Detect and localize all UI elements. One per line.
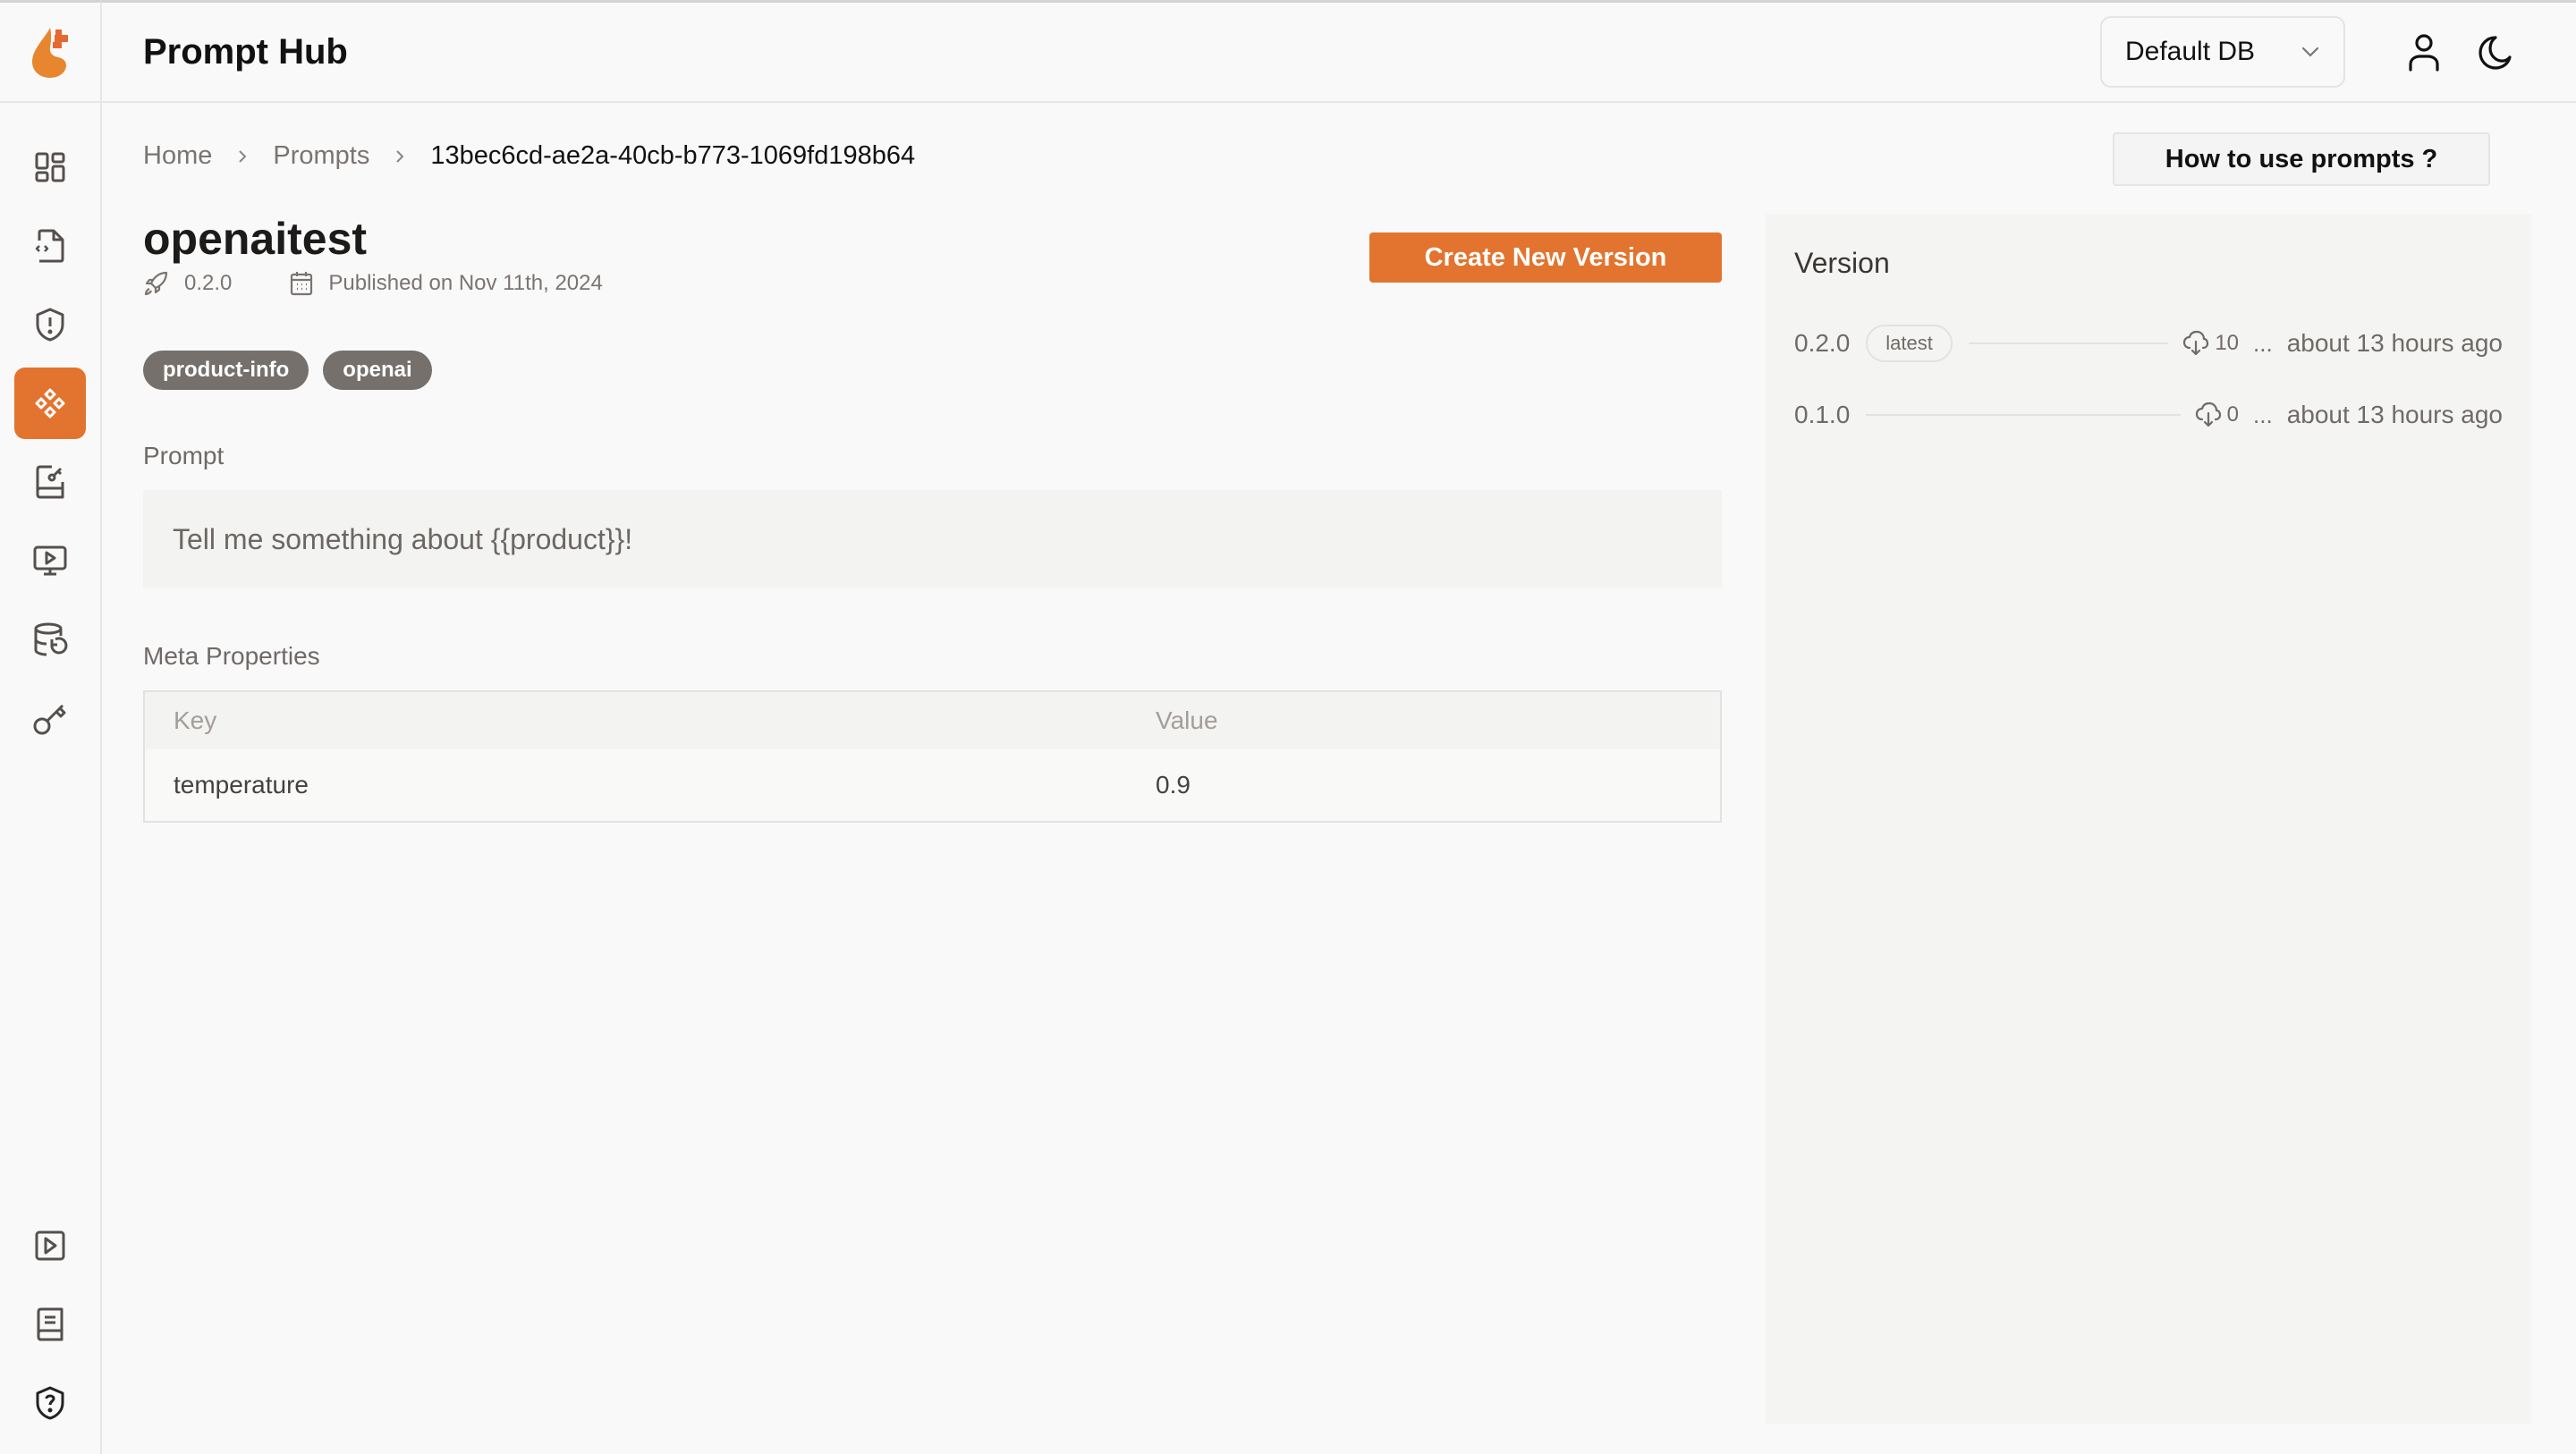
sidebar-item-help[interactable]: [14, 1367, 86, 1439]
prompt-text: Tell me something about {{product}}!: [173, 522, 633, 555]
version-panel-title: Version: [1794, 247, 1890, 279]
sidebar: [0, 103, 102, 1454]
table-row: temperature 0.9: [145, 749, 1720, 821]
breadcrumb-home[interactable]: Home: [143, 141, 212, 171]
ellipsis: ...: [2253, 329, 2273, 357]
layout-grid-icon: [35, 152, 65, 182]
logo-icon: [32, 28, 68, 78]
database-select-value: Default DB: [2125, 37, 2256, 66]
column-header-value: Value: [1156, 706, 1218, 734]
chevron-down-icon: [2301, 46, 2320, 58]
sidebar-item-prompts[interactable]: [14, 368, 86, 439]
file-code-icon: [35, 229, 64, 263]
database-select[interactable]: Default DB: [2100, 16, 2345, 88]
column-header-key: Key: [174, 706, 217, 734]
logo[interactable]: [0, 2, 102, 102]
download-count: 10: [2182, 330, 2239, 357]
prompt-version: 0.2.0: [184, 271, 233, 295]
shield-question-icon: [36, 1386, 64, 1420]
version-panel: Version 0.2.0 latest 10 ... about 13 hou…: [1766, 215, 2531, 1424]
diamonds-icon: [35, 388, 65, 418]
sidebar-item-playground[interactable]: [14, 525, 86, 596]
moon-icon[interactable]: [2478, 34, 2513, 70]
database-restore-icon: [34, 622, 68, 656]
timeline-line: [1968, 342, 2169, 344]
app-title: Prompt Hub: [143, 31, 348, 72]
latest-badge: latest: [1866, 325, 1953, 362]
cell-value: 0.9: [1156, 771, 1191, 799]
prompt-label: Prompt: [143, 442, 225, 469]
version-row[interactable]: 0.2.0 latest 10 ... about 13 hours ago: [1794, 324, 2503, 363]
meta-properties-label: Meta Properties: [143, 642, 320, 670]
sidebar-item-guard[interactable]: [14, 289, 86, 360]
book-key-icon: [36, 465, 64, 499]
version-row[interactable]: 0.1.0 0 ... about 13 hours ago: [1794, 395, 2503, 435]
meta-properties-table: Key Value temperature 0.9: [143, 690, 1722, 823]
breadcrumb-current: 13bec6cd-ae2a-40cb-b773-1069fd198b64: [430, 141, 916, 170]
calendar-icon: [289, 270, 314, 297]
sidebar-item-dashboard[interactable]: [14, 131, 86, 203]
breadcrumb: Home Prompts 13bec6cd-ae2a-40cb-b773-106…: [143, 141, 915, 171]
breadcrumb-prompts[interactable]: Prompts: [273, 141, 369, 171]
tag[interactable]: openai: [323, 351, 432, 390]
tag[interactable]: product-info: [143, 351, 309, 390]
top-header: Prompt Hub Default DB: [0, 2, 2576, 103]
cloud-download-icon: [2195, 402, 2222, 428]
monitor-play-icon: [33, 545, 67, 576]
version-time: about 13 hours ago: [2286, 401, 2503, 428]
prompt-meta: 0.2.0 Published on Nov 11th, 2024: [143, 270, 603, 297]
sidebar-item-docs[interactable]: [14, 1289, 86, 1360]
tag-list: product-info openai: [143, 351, 432, 390]
ellipsis: ...: [2253, 401, 2273, 428]
version-number[interactable]: 0.1.0: [1794, 401, 1850, 429]
key-icon: [33, 704, 66, 735]
chevron-right-icon: [237, 148, 248, 165]
prompt-title: openaitest: [143, 214, 368, 264]
shield-alert-icon: [36, 308, 64, 342]
timeline-line: [1866, 414, 2181, 416]
book-icon: [37, 1307, 64, 1341]
user-icon[interactable]: [2406, 32, 2442, 72]
sidebar-item-keys[interactable]: [14, 682, 86, 754]
published-date: Published on Nov 11th, 2024: [328, 271, 603, 295]
sidebar-item-database[interactable]: [14, 604, 86, 675]
cell-key: temperature: [174, 771, 309, 799]
prompt-text-box: Tell me something about {{product}}!: [143, 490, 1722, 588]
play-square-icon: [35, 1230, 65, 1261]
create-new-version-button[interactable]: Create New Version: [1369, 232, 1722, 283]
how-to-use-prompts-button[interactable]: How to use prompts ?: [2113, 132, 2490, 186]
version-time: about 13 hours ago: [2286, 329, 2503, 357]
sidebar-item-code-file[interactable]: [14, 210, 86, 282]
chevron-right-icon: [394, 148, 405, 165]
sidebar-item-notebook[interactable]: [14, 446, 86, 518]
cloud-download-icon: [2182, 330, 2209, 357]
download-count: 0: [2195, 402, 2239, 428]
sidebar-item-tutorials[interactable]: [14, 1210, 86, 1281]
version-number[interactable]: 0.2.0: [1794, 329, 1850, 358]
rocket-icon: [143, 270, 170, 297]
table-header: Key Value: [145, 692, 1720, 749]
